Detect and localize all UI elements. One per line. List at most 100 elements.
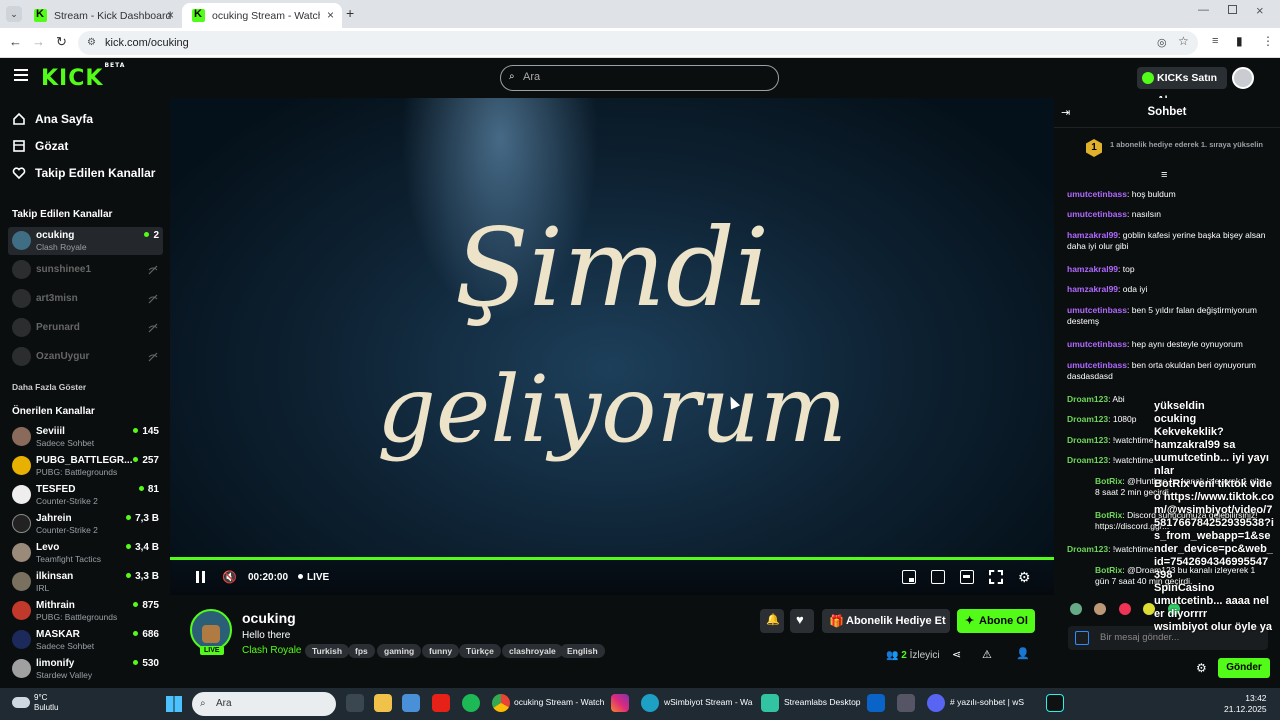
tab-kick-dashboard[interactable]: Stream - Kick Dashboard × [24, 3, 182, 28]
hamburger-menu-icon[interactable] [14, 69, 28, 81]
spotify-icon[interactable] [462, 694, 480, 712]
recommended-channel[interactable]: Seviiil Sadece Sohbet 145 [8, 423, 163, 451]
chat-username[interactable]: umutcetinbass [1067, 339, 1127, 349]
address-bar[interactable]: ⚙ kick.com/ocuking [78, 31, 1198, 55]
muted-volume-icon[interactable]: 🔇 [222, 570, 237, 584]
outlook-icon[interactable] [867, 694, 885, 712]
channel-avatar[interactable] [190, 609, 232, 651]
reload-icon[interactable]: ↻ [56, 34, 67, 50]
emote-icon[interactable] [1070, 603, 1082, 615]
forward-icon[interactable]: → [32, 34, 45, 49]
chat-username[interactable]: umutcetinbass [1067, 209, 1127, 219]
chat-username[interactable]: BotRix [1095, 476, 1122, 486]
minimize-window-icon[interactable]: — [1198, 4, 1209, 16]
close-tab-icon[interactable]: × [167, 8, 174, 22]
chat-username[interactable]: hamzakral99 [1067, 284, 1118, 294]
eye-off-icon[interactable]: ◎ [1157, 36, 1167, 49]
chat-username[interactable]: Droam123 [1067, 455, 1108, 465]
tab-list-dropdown-icon[interactable]: ⌄ [6, 6, 22, 22]
followed-channel-ocuking[interactable]: ocuking Clash Royale 2 [8, 227, 163, 255]
chat-username[interactable]: umutcetinbass [1067, 360, 1127, 370]
recommended-channel[interactable]: Jahrein Counter-Strike 2 7,3 B [8, 510, 163, 538]
buy-kicks-button[interactable]: KICKs Satın Al [1137, 67, 1227, 106]
fullscreen-icon[interactable] [989, 570, 1003, 584]
picture-in-picture-icon[interactable] [902, 570, 916, 584]
followed-channel-art3misn[interactable]: art3misn [8, 285, 163, 313]
channel-name[interactable]: ocuking [242, 610, 296, 626]
clip-icon[interactable] [931, 570, 945, 584]
chat-username[interactable]: BotRix [1095, 510, 1122, 520]
add-user-icon[interactable]: 👤 [1016, 647, 1030, 660]
kick-logo[interactable]: KICKBETA [41, 62, 125, 91]
recommended-channel[interactable]: MASKAR Sadece Sohbet 686 [8, 626, 163, 654]
settings-gear-icon[interactable]: ⚙ [1018, 570, 1032, 584]
weather-widget[interactable]: 9°C Bulutlu [34, 693, 58, 713]
chat-username[interactable]: umutcetinbass [1067, 189, 1127, 199]
video-player[interactable]: Şimdi geliyorum 🔇 00:20:00 LIVE ⚙ [170, 98, 1054, 595]
stream-category-link[interactable]: Clash Royale [242, 645, 301, 656]
chat-username[interactable]: Droam123 [1067, 544, 1108, 554]
new-tab-icon[interactable]: + [346, 5, 354, 21]
tag-chip[interactable]: fps [348, 644, 375, 658]
tag-chip[interactable]: gaming [377, 644, 422, 658]
taskbar-item-streamlabs[interactable]: Streamlabs Desktop [784, 697, 861, 707]
pinned-gift-leaderboard[interactable]: 1 1 abonelik hediye ederek 1. sıraya yük… [1064, 136, 1270, 164]
discord-icon[interactable] [927, 694, 945, 712]
browser-menu-icon[interactable]: ⋮ [1262, 34, 1274, 48]
recommended-channel[interactable]: Mithrain PUBG: Battlegrounds 875 [8, 597, 163, 625]
follow-heart-button[interactable]: ♥ [790, 609, 814, 633]
chat-username[interactable]: umutcetinbass [1067, 305, 1127, 315]
recommended-channel[interactable]: TESFED Counter-Strike 2 81 [8, 481, 163, 509]
extensions-icon[interactable]: ▮ [1236, 34, 1243, 48]
taskbar-search[interactable]: ⌕ Ara [192, 692, 336, 716]
chat-username[interactable]: Droam123 [1067, 394, 1108, 404]
file-explorer-icon[interactable] [374, 694, 392, 712]
report-icon[interactable]: ⚠ [982, 648, 992, 661]
store-icon[interactable] [402, 694, 420, 712]
tag-chip[interactable]: English [560, 644, 605, 658]
recommended-channel[interactable]: PUBG_BATTLEGR... PUBG: Battlegrounds 257 [8, 452, 163, 480]
windows-start-icon[interactable] [166, 696, 182, 712]
emote-icon[interactable] [1118, 603, 1131, 615]
followed-channel-sunshinee1[interactable]: sunshinee1 [8, 256, 163, 284]
maximize-window-icon[interactable] [1228, 5, 1237, 14]
emote-icon[interactable] [1094, 603, 1107, 615]
taskbar-item-edge[interactable]: wSimbiyot Stream - Wa [664, 697, 752, 707]
pinned-expand-icon[interactable]: ≡ [1161, 169, 1167, 181]
media-controls-icon[interactable]: ≡ [1212, 35, 1218, 47]
streamlabs-icon[interactable] [761, 694, 779, 712]
tag-chip[interactable]: funny [422, 644, 460, 658]
recommended-channel[interactable]: Levo Teamfight Tactics 3,4 B [8, 539, 163, 567]
chat-settings-icon[interactable]: ⚙ [1196, 661, 1207, 675]
kick-emoji-icon[interactable] [1075, 631, 1089, 645]
back-icon[interactable]: ← [9, 34, 22, 49]
app-icon[interactable] [897, 694, 915, 712]
tag-chip[interactable]: Turkish [305, 644, 350, 658]
system-clock[interactable]: 13:42 21.12.2025 [1224, 693, 1267, 715]
share-icon[interactable]: ⋖ [952, 648, 961, 661]
instagram-icon[interactable] [611, 694, 629, 712]
user-avatar[interactable] [1232, 67, 1254, 89]
nav-following[interactable]: Takip Edilen Kanallar [12, 166, 155, 180]
chat-username[interactable]: Droam123 [1067, 435, 1108, 445]
theater-mode-icon[interactable] [960, 570, 974, 584]
tag-chip[interactable]: Türkçe [459, 644, 501, 658]
chat-username[interactable]: hamzakral99 [1067, 230, 1118, 240]
send-button[interactable]: Gönder [1218, 658, 1270, 678]
tab-ocuking-stream[interactable]: ocuking Stream - Watch Live or × [182, 3, 342, 28]
close-window-icon[interactable]: × [1256, 3, 1264, 18]
chat-username[interactable]: Droam123 [1067, 414, 1108, 424]
notification-bell-button[interactable]: 🔔 [760, 609, 784, 633]
chrome-icon[interactable] [492, 694, 510, 712]
gift-subscription-button[interactable]: 🎁 Abonelik Hediye Et [822, 609, 950, 633]
task-view-icon[interactable] [346, 694, 364, 712]
tag-chip[interactable]: clashroyale [502, 644, 563, 658]
nav-home[interactable]: Ana Sayfa [12, 112, 93, 126]
followed-channel-perunard[interactable]: Perunard [8, 314, 163, 342]
show-more-link[interactable]: Daha Fazla Göster [12, 382, 86, 392]
followed-channel-ozanuygur[interactable]: OzanUygur [8, 343, 163, 371]
youtube-icon[interactable] [432, 694, 450, 712]
nav-browse[interactable]: Gözat [12, 139, 68, 153]
recommended-channel[interactable]: limonify Stardew Valley 530 [8, 655, 163, 683]
subscribe-button[interactable]: ✦ Abone Ol [957, 609, 1035, 633]
